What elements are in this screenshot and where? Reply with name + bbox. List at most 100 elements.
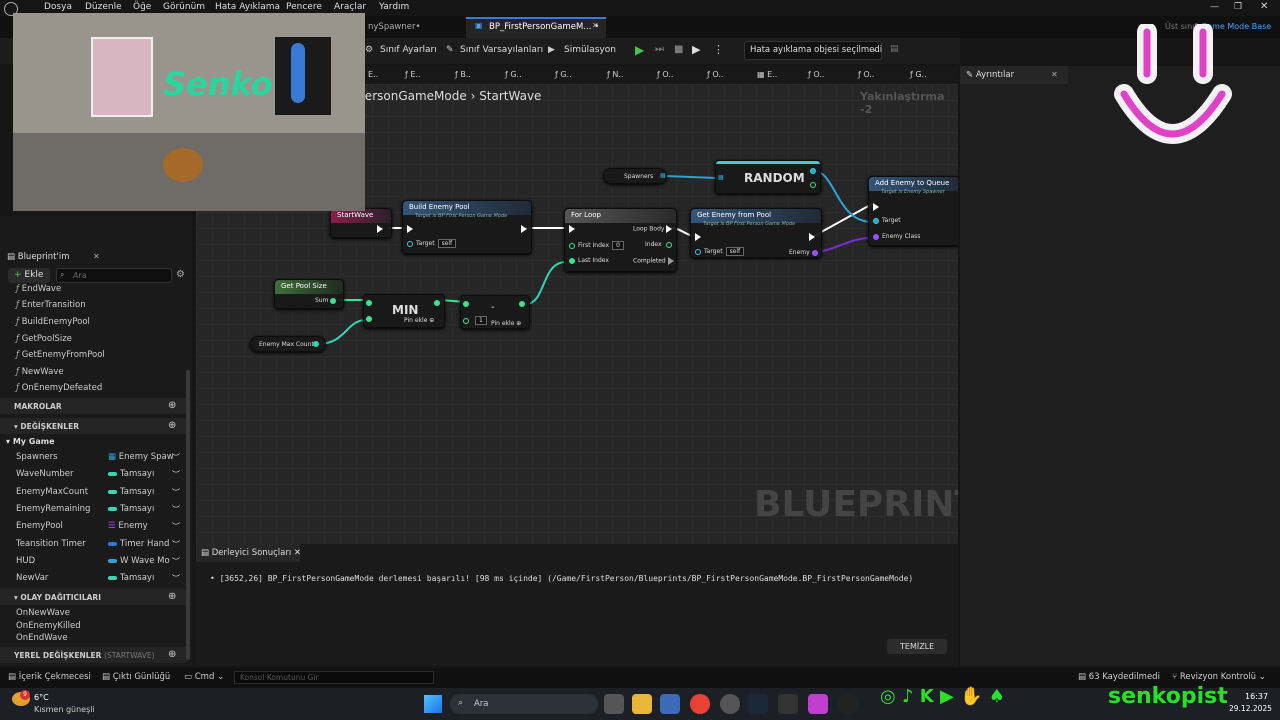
step-icon[interactable]: ⏭ xyxy=(655,44,664,55)
for-loop-exec-in[interactable] xyxy=(569,225,575,233)
unsaved-count[interactable]: ▤ 63 Kaydedilmedi xyxy=(1078,672,1160,682)
random-array-in[interactable]: ▦ xyxy=(718,174,724,181)
startwave-node[interactable]: StartWave xyxy=(330,208,392,238)
event-on-end-wave[interactable]: OnEndWave xyxy=(16,633,68,643)
subtract-input-b[interactable]: 1 xyxy=(463,316,487,325)
eject-icon[interactable]: ▶ xyxy=(692,43,700,56)
subtract-input-a[interactable] xyxy=(463,300,472,307)
get-enemy-exec-in[interactable] xyxy=(695,233,701,241)
function-on-enemy-defeated[interactable]: ƒ OnEnemyDefeated xyxy=(16,383,102,393)
minimize-icon[interactable]: — xyxy=(1210,2,1219,12)
visibility-eye-icon[interactable]: ︶ xyxy=(172,539,180,550)
simulation-button[interactable]: Simülasyon xyxy=(564,45,616,55)
add-dispatcher-icon[interactable]: ⊕ xyxy=(168,591,176,602)
visibility-eye-icon[interactable]: ︶ xyxy=(172,452,180,463)
app-icon[interactable] xyxy=(720,694,740,714)
var-new-var-type[interactable]: Tamsayı xyxy=(108,573,154,583)
menu-window[interactable]: Pencere xyxy=(286,2,322,12)
visibility-eye-icon[interactable]: ︶ xyxy=(172,504,180,515)
output-log-button[interactable]: ▤ Çıktı Günlüğü xyxy=(102,672,170,682)
last-index-pin[interactable]: Last Index xyxy=(569,257,609,264)
var-transition-timer[interactable]: Teansition Timer xyxy=(16,539,86,549)
function-tab-9[interactable]: ƒ O.. xyxy=(808,70,824,79)
function-enter-transition[interactable]: ƒ EnterTransition xyxy=(16,300,86,310)
event-dispatchers-section[interactable]: ▾ OLAY DAĞITICILARI xyxy=(0,589,186,605)
var-transition-timer-type[interactable]: Timer Hand xyxy=(108,539,169,549)
menu-edit[interactable]: Düzenle xyxy=(85,2,122,12)
startwave-exec-out[interactable] xyxy=(377,225,383,233)
function-tab-7[interactable]: ƒ O.. xyxy=(707,70,723,79)
min-node[interactable]: MIN Pin ekle ⊕ xyxy=(363,294,445,328)
var-enemy-pool[interactable]: EnemyPool xyxy=(16,521,63,531)
function-get-enemy-from-pool[interactable]: ƒ GetEnemyFromPool xyxy=(16,350,105,360)
file-explorer-icon[interactable] xyxy=(632,694,652,714)
details-close-icon[interactable]: ✕ xyxy=(1051,70,1058,79)
visibility-eye-icon[interactable]: ︶ xyxy=(172,487,180,498)
stop-icon[interactable]: ■ xyxy=(674,44,683,55)
menu-tools[interactable]: Araçlar xyxy=(334,2,366,12)
windows-start-icon[interactable] xyxy=(424,695,442,713)
add-enemy-exec-in[interactable] xyxy=(873,203,879,211)
get-enemy-exec-out[interactable] xyxy=(809,233,815,241)
var-enemy-remaining-type[interactable]: Tamsayı xyxy=(108,504,154,514)
get-enemy-from-pool-node[interactable]: Get Enemy from Pool Target is BP First P… xyxy=(690,208,822,258)
menu-view[interactable]: Görünüm xyxy=(163,2,205,12)
var-spawners-type[interactable]: ▦ Enemy Spaw xyxy=(108,452,174,462)
sum-pin[interactable]: Sum xyxy=(315,297,337,304)
content-drawer-button[interactable]: ▤ İçerik Çekmecesi xyxy=(8,672,91,682)
for-loop-node[interactable]: For Loop First Index 0 Last Index Loop Bo… xyxy=(564,208,677,272)
visibility-eye-icon[interactable]: ︶ xyxy=(172,521,180,532)
spawners-variable-node[interactable]: Spawners ▦ xyxy=(603,168,667,184)
macros-section[interactable]: MAKROLAR xyxy=(0,398,186,414)
event-on-new-wave[interactable]: OnNewWave xyxy=(16,608,70,618)
chrome-icon[interactable] xyxy=(690,694,710,714)
epic-games-icon[interactable] xyxy=(778,694,798,714)
menu-debug[interactable]: Hata Ayıklama xyxy=(215,2,280,12)
loop-body-pin[interactable]: Loop Body xyxy=(633,225,673,233)
min-input-b[interactable] xyxy=(366,315,375,322)
first-index-pin[interactable]: First Index 0 xyxy=(569,241,624,250)
function-tab-1[interactable]: ƒ E.. xyxy=(405,70,421,79)
enemy-class-pin[interactable]: Enemy Class xyxy=(873,233,920,240)
steam-icon[interactable] xyxy=(748,694,768,714)
event-on-enemy-killed[interactable]: OnEnemyKilled xyxy=(16,621,81,631)
var-wave-number[interactable]: WaveNumber xyxy=(16,469,73,479)
local-variables-section[interactable]: YEREL DEĞİŞKENLER (STARTWAVE) xyxy=(0,647,186,663)
var-hud-type[interactable]: W Wave Mo xyxy=(108,556,170,566)
app-purple-icon[interactable] xyxy=(808,694,828,714)
visibility-eye-icon[interactable]: ︶ xyxy=(172,556,180,567)
menu-file[interactable]: Dosya xyxy=(44,2,72,12)
unreal-engine-icon[interactable] xyxy=(838,694,858,714)
random-out-pin[interactable] xyxy=(810,167,819,174)
task-view-icon[interactable] xyxy=(604,694,624,714)
taskbar-search[interactable] xyxy=(450,694,598,714)
menu-help[interactable]: Yardım xyxy=(379,2,409,12)
random-index-out-pin[interactable] xyxy=(810,181,819,188)
min-add-pin-button[interactable]: Pin ekle ⊕ xyxy=(404,317,434,324)
build-exec-in[interactable] xyxy=(407,225,413,233)
var-spawners[interactable]: Spawners xyxy=(16,452,58,462)
cmd-select[interactable]: ▭ Cmd ⌄ xyxy=(184,672,224,682)
function-build-enemy-pool[interactable]: ƒ BuildEnemyPool xyxy=(16,317,90,327)
function-tab-10[interactable]: ƒ O.. xyxy=(858,70,874,79)
var-enemy-max-count[interactable]: EnemyMaxCount xyxy=(16,487,88,497)
store-icon[interactable] xyxy=(660,694,680,714)
get-enemy-target-pin[interactable]: Target self xyxy=(695,247,745,256)
index-pin[interactable]: Index xyxy=(645,241,673,248)
subtract-output[interactable] xyxy=(519,300,528,307)
menu-asset[interactable]: Öğe xyxy=(133,2,151,12)
class-settings-button[interactable]: Sınıf Ayarları xyxy=(380,45,437,55)
add-local-variable-icon[interactable]: ⊕ xyxy=(168,649,176,660)
function-tab-11[interactable]: ƒ G.. xyxy=(910,70,927,79)
enemy-max-count-out[interactable] xyxy=(313,340,322,347)
revision-control[interactable]: ⑂ Revizyon Kontrolü ⌄ xyxy=(1172,672,1266,682)
subtract-node[interactable]: - 1 Pin ekle ⊕ xyxy=(460,295,530,329)
add-macro-icon[interactable]: ⊕ xyxy=(168,400,176,411)
build-exec-out[interactable] xyxy=(521,225,527,233)
play-icon[interactable]: ▶ xyxy=(635,43,644,57)
min-output[interactable] xyxy=(434,299,443,306)
var-wave-number-type[interactable]: Tamsayı xyxy=(108,469,154,479)
settings-gear-icon[interactable]: ⚙ xyxy=(176,269,185,280)
function-tab-8[interactable]: ▦ E.. xyxy=(757,70,777,79)
function-end-wave[interactable]: ƒ EndWave xyxy=(16,284,61,294)
